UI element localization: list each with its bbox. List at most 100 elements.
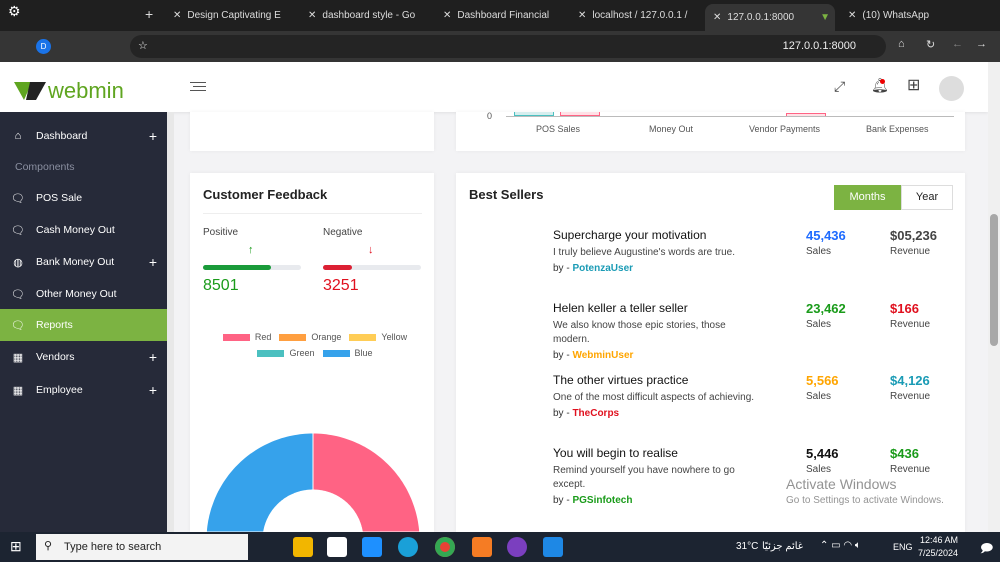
item-desc: I truly believe Augustine's words are tr… — [553, 247, 736, 258]
donut-slice-blue[interactable] — [205, 432, 314, 532]
store-icon[interactable] — [327, 537, 347, 557]
item-title[interactable]: You will begin to realise — [553, 446, 763, 460]
app-header: webmin ⤢ 🔔︎ ⊞ — [0, 62, 988, 112]
avatar[interactable] — [939, 76, 964, 101]
item-title[interactable]: Supercharge your motivation — [553, 228, 763, 242]
sidebar-item-dashboard[interactable]: ⌂ Dashboard + — [0, 120, 167, 152]
vscode-icon[interactable] — [543, 537, 563, 557]
logo[interactable]: webmin — [14, 78, 124, 104]
profile-avatar[interactable]: D — [36, 39, 51, 54]
item-author[interactable]: WebminUser — [572, 350, 633, 361]
taskbar: ⊞ ⚲ Type here to search 31°C غائم جزئيًا … — [0, 532, 1000, 562]
by-label: by - — [553, 495, 570, 506]
sales-value: 5,566 — [806, 373, 839, 388]
clock-date[interactable]: 7/25/2024 — [918, 548, 958, 558]
bar-mark — [560, 112, 600, 116]
item-author[interactable]: TheCorps — [572, 408, 619, 419]
top-left-card — [190, 112, 434, 151]
legend-item[interactable]: Green — [257, 345, 315, 361]
windows-start-icon[interactable]: ⊞ — [10, 538, 22, 555]
legend-item[interactable]: Blue — [322, 345, 373, 361]
taskbar-search[interactable]: ⚲ Type here to search — [36, 534, 248, 560]
sidebar-item-other-money-out[interactable]: 🗨︎ Other Money Out — [0, 278, 167, 310]
apps-grid-icon[interactable]: ⊞ — [907, 75, 920, 95]
browser-tab[interactable]: ✕ Design Captivating E — [165, 4, 295, 27]
browser-tab[interactable]: ✕ (10) WhatsApp — [840, 4, 970, 27]
item-author[interactable]: PGSinfotech — [572, 495, 632, 506]
new-tab-button[interactable]: + — [145, 6, 153, 22]
sidebar-scrollbar[interactable] — [167, 112, 174, 532]
revenue-value: $436 — [890, 446, 919, 461]
logo-text: webmin — [48, 78, 124, 103]
weather-temp[interactable]: 31°C — [736, 541, 758, 552]
browser-tab-active[interactable]: ✕ 127.0.0.1:8000 ▼ — [705, 4, 835, 31]
legend-item[interactable]: Orange — [279, 329, 341, 345]
browser-tab[interactable]: ✕ Dashboard Financial — [435, 4, 560, 27]
sidebar-item-employee[interactable]: ▦ Employee + — [0, 374, 167, 406]
receipt-icon: 🗨︎ — [11, 224, 25, 237]
edge-icon[interactable] — [398, 537, 418, 557]
browser-tab[interactable]: ✕ localhost / 127.0.0.1 / — [570, 4, 695, 27]
best-seller-item: The other virtues practice One of the mo… — [553, 373, 763, 419]
y-tick: 0 — [487, 111, 493, 121]
chrome-icon[interactable] — [435, 537, 455, 557]
positive-progress — [203, 265, 301, 270]
revenue-label: Revenue — [890, 319, 931, 330]
github-desktop-icon[interactable] — [507, 537, 527, 557]
sales-value: 45,436 — [806, 228, 846, 243]
forward-icon[interactable]: → — [976, 38, 987, 50]
notifications-icon[interactable]: 🗩︎ — [980, 539, 993, 560]
mail-icon[interactable] — [362, 537, 382, 557]
system-tray-icons[interactable]: ⌃ ▭ ◠ 🔈︎ — [820, 540, 861, 551]
legend-item[interactable]: Red — [222, 329, 271, 345]
negative-value: 3251 — [323, 277, 359, 294]
sidebar-item-reports[interactable]: 🗨︎ Reports — [0, 309, 167, 341]
sidebar-item-cash-money-out[interactable]: 🗨︎ Cash Money Out — [0, 214, 167, 246]
item-author[interactable]: PotenzaUser — [572, 263, 633, 274]
receipt-icon: 🗨︎ — [11, 192, 25, 205]
sidebar-item-pos-sale[interactable]: 🗨︎ POS Sale — [0, 182, 167, 214]
item-title[interactable]: The other virtues practice — [553, 373, 763, 387]
arrow-up-icon: ↑ — [248, 244, 254, 256]
positive-label: Positive — [203, 227, 239, 238]
months-toggle[interactable]: Months — [834, 185, 901, 210]
clock-time[interactable]: 12:46 AM — [920, 535, 958, 545]
sidebar-section-label: Components — [15, 161, 75, 173]
revenue-value: $05,236 — [890, 228, 937, 243]
donut-slice-red[interactable] — [312, 432, 421, 532]
xampp-icon[interactable] — [472, 537, 492, 557]
screen-tools-icon[interactable]: ⚙ — [8, 3, 21, 20]
bar-mark — [514, 112, 554, 116]
star-icon[interactable]: ☆ — [138, 39, 148, 52]
notification-dot — [880, 79, 885, 84]
home-icon[interactable]: ⌂ — [898, 38, 905, 50]
browser-tab-bar: ⚙ + ✕ Design Captivating E ✕ dashboard sty… — [0, 0, 1000, 31]
sales-label: Sales — [806, 391, 832, 402]
year-toggle[interactable]: Year — [901, 185, 953, 210]
item-title[interactable]: Helen keller a teller seller — [553, 301, 763, 315]
chart-legend: Red Orange Yellow Green Blue — [210, 329, 420, 361]
top-bar-chart-card: 0 POS Sales Money Out Vendor Payments Ba… — [456, 111, 965, 151]
sidebar-item-bank-money-out[interactable]: ◍ Bank Money Out + — [0, 246, 167, 278]
calendar-icon: ▦ — [12, 351, 24, 364]
x-tick: POS Sales — [536, 124, 581, 134]
menu-toggle-icon[interactable] — [190, 82, 206, 91]
sales-label: Sales — [806, 319, 832, 330]
page-scrollbar[interactable] — [988, 62, 1000, 532]
revenue-label: Revenue — [890, 464, 931, 475]
file-explorer-icon[interactable] — [293, 537, 313, 557]
back-icon[interactable]: ← — [952, 38, 963, 50]
x-tick: Vendor Payments — [749, 124, 821, 134]
reload-icon[interactable]: ↻ — [926, 38, 935, 51]
x-tick: Bank Expenses — [866, 124, 929, 134]
url-text: 127.0.0.1:8000 — [782, 40, 856, 52]
language-indicator[interactable]: ENG — [893, 542, 913, 552]
logo-mark-icon — [14, 82, 46, 100]
positive-value: 8501 — [203, 277, 239, 294]
browser-tab[interactable]: ✕ dashboard style - Go — [300, 4, 425, 27]
revenue-value: $166 — [890, 301, 919, 316]
sidebar-item-vendors[interactable]: ▦ Vendors + — [0, 341, 167, 373]
fullscreen-icon[interactable]: ⤢ — [834, 78, 845, 95]
url-field[interactable]: ☆ 127.0.0.1:8000 — [130, 35, 886, 58]
legend-item[interactable]: Yellow — [349, 329, 407, 345]
